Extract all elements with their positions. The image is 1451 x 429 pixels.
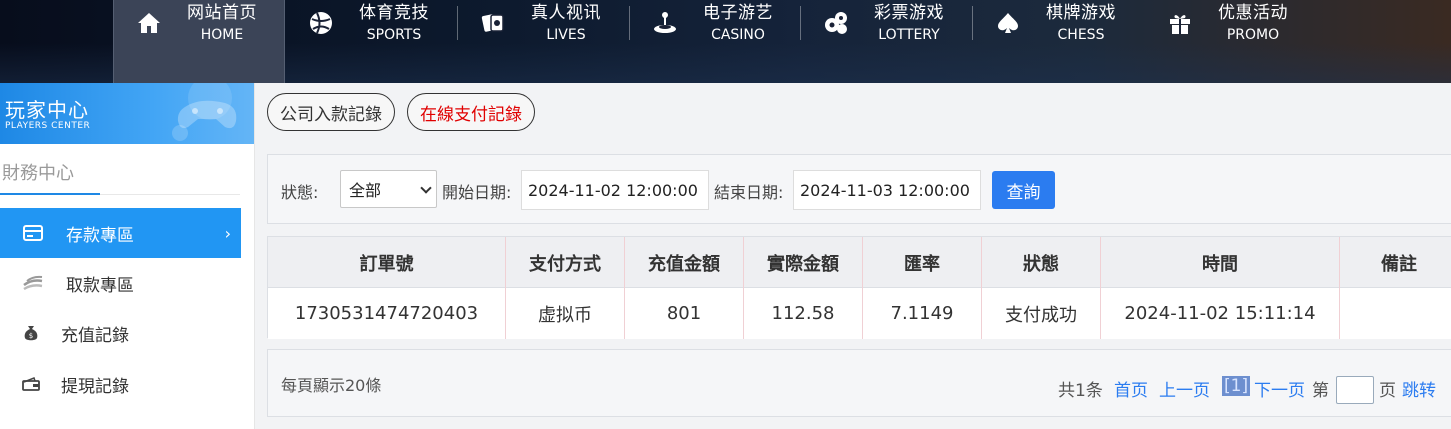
column-header: 支付方式 — [506, 237, 625, 288]
page-prefix: 第 — [1312, 381, 1329, 401]
players-center-subtitle: PLAYERS CENTER — [5, 121, 91, 131]
table-row: 1730531474720403 虚拟币 801 112.58 7.1149 支… — [268, 288, 1451, 339]
nav-promo-sublabel: PROMO — [1226, 27, 1280, 43]
page-number-input[interactable] — [1336, 376, 1374, 404]
nav-lives-sublabel: LIVES — [546, 27, 586, 43]
recharge-amount-cell: 801 — [625, 288, 744, 339]
status-cell: 支付成功 — [982, 288, 1101, 339]
table-header-row: 訂單號 支付方式 充值金額 實際金額 匯率 狀態 時間 備註 — [268, 237, 1451, 288]
card-icon — [22, 222, 44, 244]
sidebar-item-recharge-records[interactable]: $ 充值記錄 — [0, 308, 241, 358]
sidebar-item-deposit[interactable]: 存款專區 › — [0, 208, 241, 258]
filter-bar: 狀態: 全部 開始日期: 2024-11-02 12:00:00 結束日期: 2… — [267, 154, 1451, 224]
top-navigation: 网站首页 HOME 体育竞技 SPORTS 真人视讯 LIVES 电子游艺 CA… — [0, 0, 1451, 83]
nav-sports[interactable]: 体育竞技 SPORTS — [286, 0, 458, 83]
sidebar-item-label: 取款專區 — [66, 275, 134, 296]
sidebar-item-withdraw[interactable]: 取款專區 — [0, 258, 241, 308]
start-date-input[interactable]: 2024-11-02 12:00:00 — [521, 170, 709, 210]
nav-lives-label: 真人视讯 — [531, 3, 601, 23]
nav-sports-label: 体育竞技 — [359, 3, 429, 23]
svg-text:$: $ — [29, 332, 33, 340]
column-header: 實際金額 — [744, 237, 863, 288]
chevron-down-icon — [420, 182, 432, 194]
exchange-rate-cell: 7.1149 — [863, 288, 982, 339]
current-page: [1] — [1222, 376, 1251, 396]
record-tabs: 公司入款記錄 在線支付記錄 — [255, 83, 1451, 143]
nav-chess-label: 棋牌游戏 — [1046, 3, 1116, 23]
cards-icon — [481, 14, 504, 32]
payment-method-cell: 虚拟币 — [506, 288, 625, 339]
ball-icon — [310, 12, 332, 34]
tab-online-payment-records[interactable]: 在線支付記錄 — [407, 93, 535, 131]
section-underline — [0, 193, 100, 195]
nav-lottery-label: 彩票游戏 — [874, 3, 944, 23]
column-header: 匯率 — [863, 237, 982, 288]
column-header: 訂單號 — [268, 237, 506, 288]
tab-company-deposit-records[interactable]: 公司入款記錄 — [267, 93, 395, 131]
sidebar-item-label: 存款專區 — [66, 225, 134, 246]
order-number-cell: 1730531474720403 — [268, 288, 506, 339]
first-page-link[interactable]: 首页 — [1114, 376, 1148, 401]
sidebar: 玩家中心 PLAYERS CENTER 財務中心 存款專區 › 取款專區 $ 充… — [0, 83, 255, 429]
sidebar-item-label: 提現記錄 — [61, 376, 129, 397]
column-header: 充值金額 — [625, 237, 744, 288]
start-date-label: 開始日期: — [442, 183, 512, 202]
column-header: 狀態 — [982, 237, 1101, 288]
column-header: 備註 — [1381, 253, 1417, 275]
players-center-header: 玩家中心 PLAYERS CENTER — [0, 83, 254, 144]
sidebar-item-label: 充值記錄 — [61, 325, 129, 346]
jump-link[interactable]: 跳转 — [1402, 376, 1436, 401]
nav-home[interactable]: 网站首页 HOME — [113, 0, 285, 83]
nav-home-label: 网站首页 — [187, 3, 257, 23]
lottery-balls-icon — [825, 12, 847, 34]
nav-lives[interactable]: 真人视讯 LIVES — [458, 0, 630, 83]
prev-page-link[interactable]: 上一页 — [1159, 376, 1210, 401]
nav-promo[interactable]: 优惠活动 PROMO — [1145, 0, 1317, 83]
actual-amount-cell: 112.58 — [744, 288, 863, 339]
sidebar-item-withdraw-records[interactable]: 提現記錄 — [0, 359, 241, 409]
pagination-bar: 每頁顯示20條 共1条 首页 上一页 [1] 下一页 第 页 跳转 — [267, 349, 1451, 417]
end-date-input[interactable]: 2024-11-03 12:00:00 — [793, 170, 981, 210]
nav-casino[interactable]: 电子游艺 CASINO — [630, 0, 802, 83]
nav-lottery[interactable]: 彩票游戏 LOTTERY — [801, 0, 973, 83]
main-content: 公司入款記錄 在線支付記錄 狀態: 全部 開始日期: 2024-11-02 12… — [255, 83, 1451, 429]
page-size-text: 每頁顯示20條 — [281, 376, 382, 395]
query-button[interactable]: 查詢 — [992, 171, 1055, 209]
nav-casino-sublabel: CASINO — [711, 27, 765, 43]
spade-icon — [998, 13, 1018, 33]
time-cell: 2024-11-02 15:11:14 — [1101, 288, 1340, 339]
status-select-value: 全部 — [349, 181, 382, 200]
records-table: 訂單號 支付方式 充值金額 實際金額 匯率 狀態 時間 備註 173053147… — [267, 236, 1451, 339]
cash-icon — [22, 272, 44, 294]
finance-center-title: 財務中心 — [2, 163, 74, 184]
status-label: 狀態: — [281, 183, 319, 202]
remark-cell — [1340, 288, 1451, 339]
nav-chess-sublabel: CHESS — [1057, 27, 1105, 43]
end-date-label: 結束日期: — [714, 183, 784, 202]
gamepad-icon — [172, 83, 237, 141]
page-suffix: 页 — [1379, 381, 1396, 401]
home-icon — [138, 13, 160, 33]
nav-casino-label: 电子游艺 — [703, 3, 773, 23]
nav-home-sublabel: HOME — [200, 27, 244, 43]
status-select[interactable]: 全部 — [340, 170, 437, 208]
players-center-title: 玩家中心 — [5, 98, 89, 122]
nav-lottery-sublabel: LOTTERY — [878, 27, 940, 43]
nav-chess[interactable]: 棋牌游戏 CHESS — [973, 0, 1145, 83]
total-count: 共1条 — [1058, 381, 1103, 401]
column-header: 時間 — [1101, 237, 1340, 288]
next-page-link[interactable]: 下一页 — [1254, 376, 1305, 401]
gift-icon — [1170, 15, 1190, 34]
wallet-icon — [20, 373, 42, 395]
money-bag-icon: $ — [20, 322, 42, 344]
chevron-right-icon: › — [224, 223, 231, 243]
joystick-icon — [654, 12, 676, 33]
nav-promo-label: 优惠活动 — [1218, 3, 1288, 23]
nav-sports-sublabel: SPORTS — [366, 27, 422, 43]
